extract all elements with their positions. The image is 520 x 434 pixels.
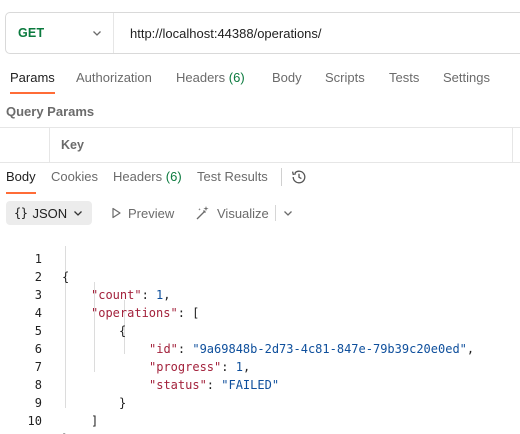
column-divider bbox=[512, 128, 513, 162]
visualize-button[interactable]: Visualize bbox=[195, 201, 269, 225]
toolbar-divider bbox=[275, 205, 276, 221]
chevron-down-icon[interactable] bbox=[283, 208, 293, 218]
query-params-title: Query Params bbox=[6, 104, 95, 119]
tab-label: Authorization bbox=[76, 70, 152, 85]
tab-label: Scripts bbox=[325, 70, 365, 85]
code-line: 9 ] bbox=[0, 376, 520, 428]
visualize-icon bbox=[196, 206, 209, 220]
tab-response-body[interactable]: Body bbox=[6, 168, 36, 194]
code-line: 8 } bbox=[0, 358, 520, 410]
code-text: } bbox=[62, 430, 69, 434]
code-line: 3 "operations": [ bbox=[0, 268, 520, 320]
json-bracket: ] bbox=[91, 414, 99, 428]
method-select[interactable]: GET bbox=[6, 13, 114, 53]
visualize-label: Visualize bbox=[217, 205, 269, 221]
code-text: ] bbox=[91, 412, 98, 430]
url-bar: GET http://localhost:44388/operations/ bbox=[5, 12, 520, 54]
braces-icon: {} bbox=[14, 206, 28, 220]
tab-label: Headers bbox=[113, 169, 163, 184]
tab-label: Params bbox=[10, 70, 55, 85]
checkbox-column bbox=[0, 128, 50, 162]
code-line: 2 "count": 1, bbox=[0, 250, 520, 302]
preview-button[interactable]: Preview bbox=[110, 201, 174, 225]
code-line: 6 "progress": 1, bbox=[0, 322, 520, 374]
code-line: 1 { bbox=[0, 232, 520, 284]
code-line: 4 { bbox=[0, 286, 520, 338]
key-column-header: Key bbox=[61, 138, 84, 152]
query-params-table: Key bbox=[0, 127, 520, 163]
format-select[interactable]: {} JSON bbox=[6, 201, 92, 225]
tab-tests[interactable]: Tests bbox=[389, 66, 419, 94]
tab-label: Body bbox=[6, 169, 36, 184]
play-icon bbox=[112, 207, 121, 219]
code-line: 10 } bbox=[0, 394, 520, 434]
chevron-down-icon bbox=[93, 31, 101, 36]
tab-test-results[interactable]: Test Results bbox=[197, 168, 268, 194]
tab-scripts[interactable]: Scripts bbox=[325, 66, 365, 94]
preview-label: Preview bbox=[128, 205, 175, 221]
response-toolbar: {} JSON Preview Visualize bbox=[0, 200, 520, 226]
tab-label: Settings bbox=[443, 70, 490, 85]
format-label: JSON bbox=[32, 205, 68, 221]
tab-body[interactable]: Body bbox=[272, 66, 302, 94]
tab-label: Tests bbox=[389, 70, 420, 85]
tab-label: Headers bbox=[176, 70, 226, 85]
chevron-down-icon bbox=[74, 211, 83, 216]
history-icon[interactable] bbox=[290, 168, 308, 186]
method-label: GET bbox=[18, 26, 45, 40]
headers-count: (6) bbox=[228, 70, 245, 85]
tab-cookies[interactable]: Cookies bbox=[51, 168, 98, 194]
tab-label: Test Results bbox=[197, 169, 268, 184]
tab-label: Body bbox=[272, 70, 302, 85]
url-input[interactable]: http://localhost:44388/operations/ bbox=[114, 26, 322, 41]
tab-divider bbox=[281, 168, 282, 186]
tab-settings[interactable]: Settings bbox=[443, 66, 490, 94]
code-line: 5 "id": "9a69848b-2d73-4c81-847e-79b39c2… bbox=[0, 304, 520, 356]
tab-label: Cookies bbox=[51, 169, 98, 184]
response-headers-count: (6) bbox=[165, 169, 182, 184]
code-line: 7 "status": "FAILED" bbox=[0, 340, 520, 392]
request-tabs: Params Authorization Headers (6) Body Sc… bbox=[0, 66, 520, 96]
line-number: 10 bbox=[27, 414, 42, 428]
tab-response-headers[interactable]: Headers (6) bbox=[113, 168, 182, 194]
tab-params[interactable]: Params bbox=[10, 66, 55, 94]
tab-authorization[interactable]: Authorization bbox=[76, 66, 152, 94]
tab-headers[interactable]: Headers (6) bbox=[176, 66, 245, 94]
response-tabs: Body Cookies Headers (6) Test Results bbox=[0, 168, 520, 196]
